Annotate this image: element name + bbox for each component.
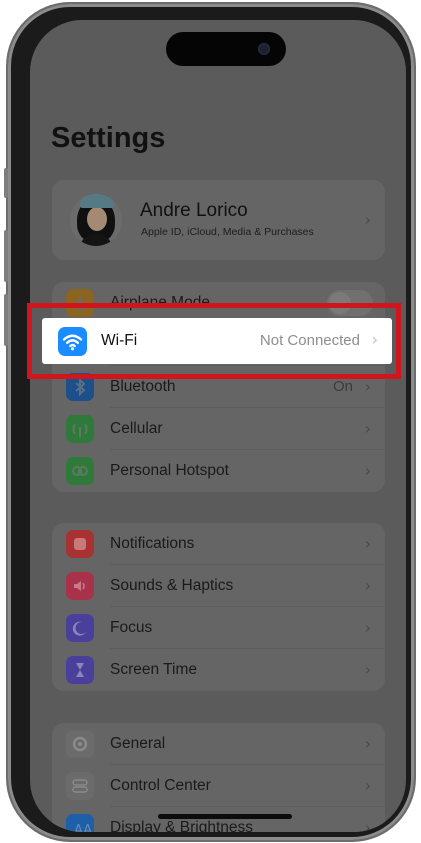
cellular-label: Cellular	[110, 420, 163, 437]
speaker-icon	[66, 572, 94, 600]
chevron-right-icon: ›	[364, 618, 371, 637]
personal-hotspot-label: Personal Hotspot	[110, 462, 229, 479]
hourglass-icon	[66, 656, 94, 684]
chevron-right-icon: ›	[364, 461, 371, 480]
bluetooth-value: On	[332, 378, 353, 395]
screen-time-row[interactable]: Screen Time ›	[52, 649, 385, 691]
chevron-right-icon: ›	[364, 660, 371, 679]
volume-up-button	[4, 230, 8, 282]
screen: Settings Andre Lorico Apple ID, iCloud, …	[30, 20, 406, 832]
gear-icon	[66, 730, 94, 758]
notifications-row[interactable]: Notifications ›	[52, 523, 385, 565]
chevron-right-icon: ›	[364, 534, 371, 553]
display-brightness-label: Display & Brightness	[110, 819, 254, 832]
chevron-right-icon: ›	[364, 419, 371, 438]
page-title: Settings	[51, 122, 166, 154]
moon-icon	[66, 614, 94, 642]
general-row[interactable]: General ›	[52, 723, 385, 765]
sounds-haptics-row[interactable]: Sounds & Haptics ›	[52, 565, 385, 607]
wifi-status-value: Not Connected	[259, 332, 360, 349]
focus-row[interactable]: Focus ›	[52, 607, 385, 649]
wifi-label: Wi-Fi	[101, 332, 138, 349]
dynamic-island	[166, 32, 286, 66]
cellular-row[interactable]: Cellular ›	[52, 408, 385, 450]
phone-frame: Settings Andre Lorico Apple ID, iCloud, …	[4, 4, 414, 840]
apple-id-profile-row[interactable]: Andre Lorico Apple ID, iCloud, Media & P…	[52, 180, 385, 260]
chevron-right-icon: ›	[371, 330, 378, 349]
brightness-icon: AA	[66, 814, 94, 832]
hotspot-icon	[66, 457, 94, 485]
wifi-row[interactable]: Wi-Fi Not Connected ›	[42, 318, 392, 364]
bell-icon	[66, 530, 94, 558]
sounds-haptics-label: Sounds & Haptics	[110, 577, 234, 594]
bluetooth-label: Bluetooth	[110, 378, 176, 395]
svg-text:AA: AA	[74, 823, 92, 832]
personal-hotspot-row[interactable]: Personal Hotspot ›	[52, 450, 385, 492]
profile-name: Andre Lorico	[140, 200, 248, 221]
chevron-right-icon: ›	[364, 210, 371, 229]
switches-icon	[66, 772, 94, 800]
display-brightness-row[interactable]: AA Display & Brightness ›	[52, 807, 385, 832]
chevron-right-icon: ›	[364, 734, 371, 753]
general-label: General	[110, 735, 166, 752]
notifications-label: Notifications	[110, 535, 195, 552]
chevron-right-icon: ›	[364, 576, 371, 595]
chevron-right-icon: ›	[364, 776, 371, 795]
action-button	[4, 168, 8, 198]
avatar	[70, 194, 122, 246]
antenna-icon	[66, 415, 94, 443]
screen-time-label: Screen Time	[110, 661, 198, 678]
focus-label: Focus	[110, 619, 153, 636]
chevron-right-icon: ›	[364, 377, 371, 396]
wifi-icon	[58, 327, 87, 356]
volume-down-button	[4, 294, 8, 346]
notifications-group: Notifications › Sounds & Haptics › Focus…	[52, 523, 385, 691]
profile-subtitle: Apple ID, iCloud, Media & Purchases	[141, 226, 314, 238]
chevron-right-icon: ›	[364, 818, 371, 832]
control-center-row[interactable]: Control Center ›	[52, 765, 385, 807]
control-center-label: Control Center	[110, 777, 211, 794]
home-indicator	[158, 814, 292, 819]
front-camera	[258, 43, 270, 55]
